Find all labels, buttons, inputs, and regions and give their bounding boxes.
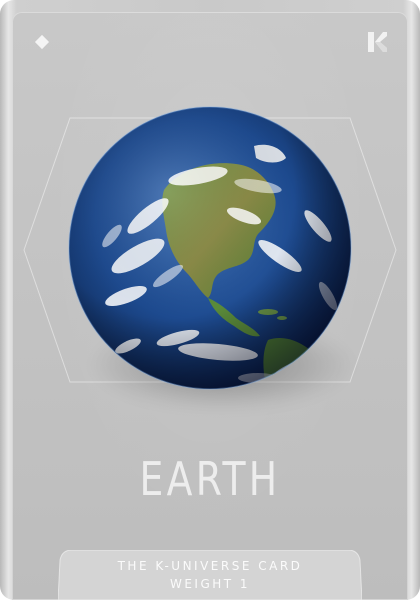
footer-banner [58, 550, 362, 600]
earth-card: EARTH THE K-UNIVERSE CARD WEIGHT 1 [0, 0, 420, 600]
card-weight: WEIGHT 1 [169, 577, 251, 591]
earth-planet-image [68, 106, 352, 390]
card-subtitle: THE K-UNIVERSE CARD [117, 559, 303, 573]
card-title: EARTH [139, 452, 281, 506]
